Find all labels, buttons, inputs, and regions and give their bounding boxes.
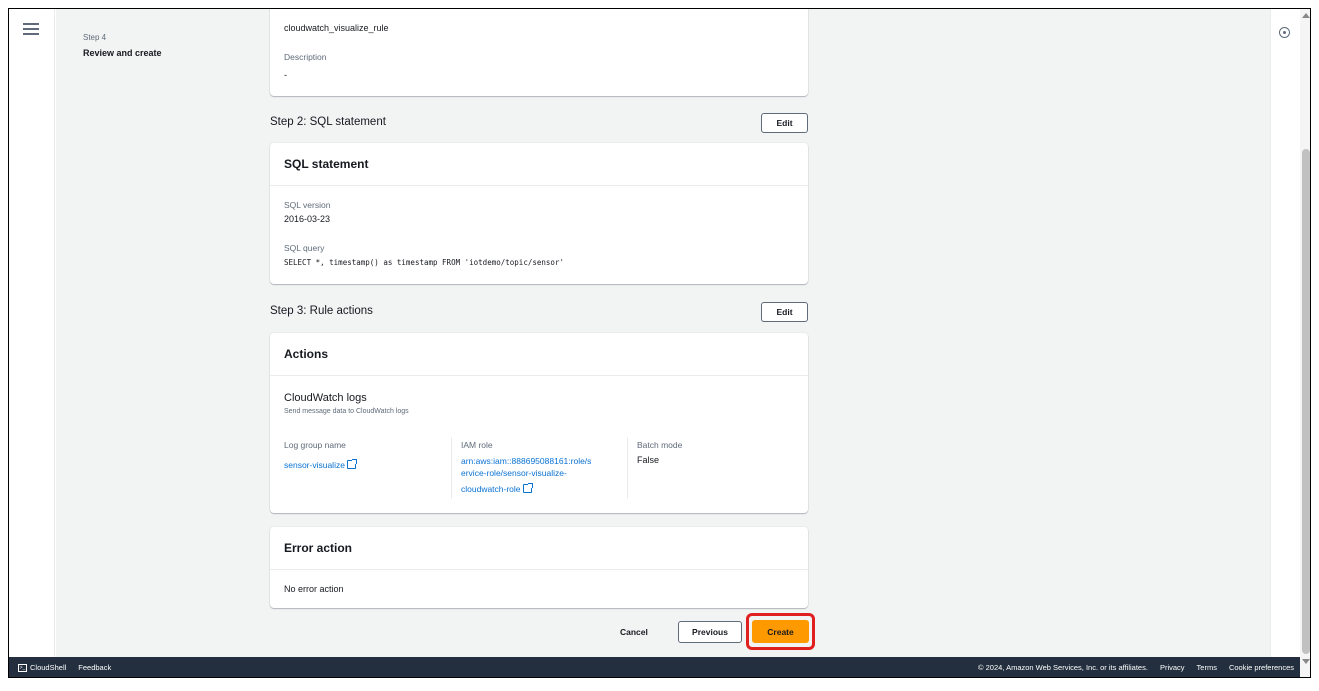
- feedback-link[interactable]: Feedback: [78, 663, 111, 672]
- scroll-up-icon[interactable]: [1302, 13, 1310, 18]
- scrollbar[interactable]: [1300, 9, 1310, 677]
- settings-icon[interactable]: [1279, 27, 1290, 38]
- console-window: Step 4 Review and create cloudwatch_visu…: [8, 8, 1311, 678]
- card-title: Error action: [270, 527, 808, 570]
- batch-mode-label: Batch mode: [637, 440, 683, 450]
- section-title-sql: Step 2: SQL statement: [270, 116, 386, 128]
- edit-actions-button[interactable]: Edit: [761, 302, 808, 322]
- iam-role-label: IAM role: [461, 440, 493, 450]
- tools-rail: [1270, 9, 1300, 657]
- description-label: Description: [284, 52, 327, 62]
- privacy-link[interactable]: Privacy: [1160, 663, 1185, 672]
- copyright-text: © 2024, Amazon Web Services, Inc. or its…: [978, 663, 1148, 672]
- external-link-icon: [522, 483, 533, 493]
- divider: [451, 437, 452, 499]
- divider: [627, 437, 628, 499]
- iam-role-link[interactable]: arn:aws:iam::888695088161:role/s ervice-…: [461, 455, 626, 497]
- log-group-label: Log group name: [284, 440, 346, 450]
- previous-button[interactable]: Previous: [678, 621, 742, 643]
- actions-card: Actions CloudWatch logs Send message dat…: [270, 333, 808, 513]
- card-title: SQL statement: [270, 143, 808, 186]
- menu-icon[interactable]: [23, 23, 39, 37]
- terms-link[interactable]: Terms: [1197, 663, 1217, 672]
- action-description: Send message data to CloudWatch logs: [284, 408, 409, 415]
- iam-role-line[interactable]: ervice-role/sensor-visualize-: [461, 467, 626, 479]
- wizard-steps: Step 4 Review and create: [83, 33, 162, 58]
- edit-sql-button[interactable]: Edit: [761, 113, 808, 133]
- scroll-down-icon[interactable]: [1302, 659, 1310, 664]
- navigation-rail: [9, 9, 55, 657]
- rule-name-value: cloudwatch_visualize_rule: [284, 23, 389, 33]
- step-number: Step 4: [83, 33, 107, 42]
- batch-mode-value: False: [637, 455, 660, 465]
- cloudshell-icon[interactable]: >_: [18, 663, 27, 672]
- cookie-preferences-link[interactable]: Cookie preferences: [1229, 663, 1294, 672]
- card-title: Actions: [270, 333, 808, 376]
- sql-statement-card: SQL statement SQL version 2016-03-23 SQL…: [270, 143, 808, 284]
- scroll-thumb[interactable]: [1302, 149, 1310, 654]
- log-group-value[interactable]: sensor-visualize: [284, 460, 345, 470]
- cancel-button[interactable]: Cancel: [620, 627, 648, 637]
- description-value: -: [284, 70, 287, 80]
- step-label[interactable]: Review and create: [83, 48, 162, 58]
- rule-properties-card: cloudwatch_visualize_rule Description -: [270, 9, 808, 96]
- log-group-link[interactable]: sensor-visualize: [284, 455, 357, 473]
- console-footer: >_ CloudShell Feedback © 2024, Amazon We…: [9, 657, 1300, 677]
- action-name: CloudWatch logs: [284, 392, 367, 404]
- section-title-actions: Step 3: Rule actions: [270, 305, 373, 317]
- error-action-value: No error action: [284, 584, 344, 594]
- error-action-card: Error action No error action: [270, 527, 808, 608]
- iam-role-line[interactable]: cloudwatch-role: [461, 484, 521, 494]
- footer-right: © 2024, Amazon Web Services, Inc. or its…: [978, 657, 1294, 677]
- sql-query-value: SELECT *, timestamp() as timestamp FROM …: [284, 258, 564, 267]
- create-button[interactable]: Create: [752, 620, 809, 643]
- iam-role-line[interactable]: arn:aws:iam::888695088161:role/s: [461, 455, 626, 467]
- cloudshell-link[interactable]: CloudShell: [30, 663, 66, 672]
- sql-version-label: SQL version: [284, 200, 331, 210]
- sql-version-value: 2016-03-23: [284, 214, 331, 224]
- sql-query-label: SQL query: [284, 243, 325, 253]
- external-link-icon: [346, 459, 357, 469]
